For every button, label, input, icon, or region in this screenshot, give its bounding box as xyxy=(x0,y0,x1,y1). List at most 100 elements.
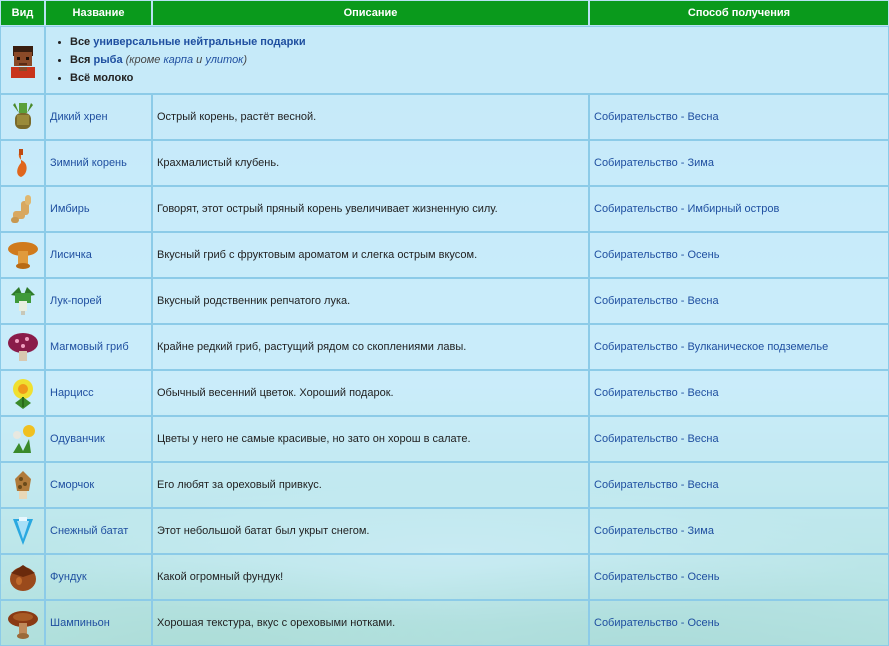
header-name: Название xyxy=(45,0,152,26)
item-name-link[interactable]: Магмовый гриб xyxy=(50,341,129,353)
item-name-link[interactable]: Сморчок xyxy=(50,479,94,491)
item-description: Обычный весенний цветок. Хороший подарок… xyxy=(152,370,589,416)
snow-yam-icon[interactable] xyxy=(5,513,41,549)
item-source-cell: Собирательство - Весна xyxy=(589,462,889,508)
gifts-table: Вид Название Описание Способ получения •… xyxy=(0,0,889,646)
item-description: Его любят за ореховый привкус. xyxy=(152,462,589,508)
universal-neutral-gifts-link[interactable]: универсальные нейтральные подарки xyxy=(93,36,305,48)
item-source-cell: Собирательство - Вулканическое подземель… xyxy=(589,324,889,370)
item-source-cell: Собирательство - Осень xyxy=(589,554,889,600)
winter-root-icon[interactable] xyxy=(5,145,41,181)
item-name-link[interactable]: Дикий хрен xyxy=(50,111,108,123)
item-source-link[interactable]: Собирательство - Зима xyxy=(594,157,714,169)
item-description: Хорошая текстура, вкус с ореховыми нотка… xyxy=(152,600,589,646)
table-row: Снежный батат Этот небольшой батат был ук… xyxy=(0,508,889,554)
hazelnut-icon[interactable] xyxy=(5,559,41,595)
item-source-link[interactable]: Собирательство - Весна xyxy=(594,295,719,307)
item-name-link[interactable]: Имбирь xyxy=(50,203,90,215)
intro-gifts-cell: Все универсальные нейтральные подарки Вс… xyxy=(45,26,889,94)
item-description: Говорят, этот острый пряный корень увели… xyxy=(152,186,589,232)
morel-icon[interactable] xyxy=(5,467,41,503)
item-name-link[interactable]: Лисичка xyxy=(50,249,92,261)
item-description: Крайне редкий гриб, растущий рядом со ск… xyxy=(152,324,589,370)
item-icon-cell xyxy=(0,324,45,370)
item-icon-cell xyxy=(0,416,45,462)
intro-row: Все универсальные нейтральные подарки Вс… xyxy=(0,26,889,94)
item-name-cell: Шампиньон xyxy=(45,600,152,646)
item-name-link[interactable]: Лук-порей xyxy=(50,295,102,307)
magma-cap-icon[interactable] xyxy=(5,329,41,365)
intro-line-prefix: Все xyxy=(70,36,91,48)
item-source-link[interactable]: Собирательство - Весна xyxy=(594,479,719,491)
item-name-cell: Имбирь xyxy=(45,186,152,232)
note-open: (кроме xyxy=(125,54,161,66)
daffodil-icon[interactable] xyxy=(5,375,41,411)
item-icon-cell xyxy=(0,508,45,554)
item-name-cell: Дикий хрен xyxy=(45,94,152,140)
item-description: Вкусный гриб с фруктовым ароматом и слег… xyxy=(152,232,589,278)
table-row: Нарцисс Обычный весенний цветок. Хороший … xyxy=(0,370,889,416)
item-description: Какой огромный фундук! xyxy=(152,554,589,600)
common-mushroom-icon[interactable] xyxy=(5,605,41,641)
item-name-link[interactable]: Фундук xyxy=(50,571,87,583)
chanterelle-icon[interactable] xyxy=(5,237,41,273)
item-icon-cell xyxy=(0,554,45,600)
item-name-cell: Сморчок xyxy=(45,462,152,508)
item-source-link[interactable]: Собирательство - Весна xyxy=(594,387,719,399)
item-name-link[interactable]: Шампиньон xyxy=(50,617,110,629)
item-source-cell: Собирательство - Имбирный остров xyxy=(589,186,889,232)
table-row: Имбирь Говорят, этот острый пряный корень… xyxy=(0,186,889,232)
fish-link[interactable]: рыба xyxy=(94,54,123,66)
item-name-link[interactable]: Снежный батат xyxy=(50,525,128,537)
carp-link[interactable]: карпа xyxy=(163,54,193,66)
table-row: Дикий хрен Острый корень, растёт весной. С… xyxy=(0,94,889,140)
item-icon-cell xyxy=(0,186,45,232)
item-description: Крахмалистый клубень. xyxy=(152,140,589,186)
item-source-link[interactable]: Собирательство - Осень xyxy=(594,571,719,583)
item-name-link[interactable]: Одуванчик xyxy=(50,433,105,445)
table-header-row: Вид Название Описание Способ получения xyxy=(0,0,889,26)
intro-gift-list: Все универсальные нейтральные подарки Вс… xyxy=(50,33,884,87)
villager-portrait-icon xyxy=(10,46,35,78)
item-name-cell: Магмовый гриб xyxy=(45,324,152,370)
item-source-link[interactable]: Собирательство - Осень xyxy=(594,249,719,261)
item-source-link[interactable]: Собирательство - Осень xyxy=(594,617,719,629)
item-name-cell: Нарцисс xyxy=(45,370,152,416)
item-name-cell: Одуванчик xyxy=(45,416,152,462)
table-row: Магмовый гриб Крайне редкий гриб, растущи… xyxy=(0,324,889,370)
item-icon-cell xyxy=(0,600,45,646)
item-icon-cell xyxy=(0,370,45,416)
table-row: Зимний корень Крахмалистый клубень. Собира… xyxy=(0,140,889,186)
item-source-link[interactable]: Собирательство - Весна xyxy=(594,433,719,445)
note-close: ) xyxy=(243,54,248,66)
intro-line-prefix: Вся xyxy=(70,54,91,66)
fish-exception-note: (кроме карпа и улиток) xyxy=(126,54,247,66)
item-name-cell: Снежный батат xyxy=(45,508,152,554)
item-source-cell: Собирательство - Зима xyxy=(589,508,889,554)
header-description: Описание xyxy=(152,0,589,26)
item-name-cell: Фундук xyxy=(45,554,152,600)
horseradish-icon[interactable] xyxy=(5,99,41,135)
note-mid: и xyxy=(196,54,203,66)
item-source-link[interactable]: Собирательство - Имбирный остров xyxy=(594,203,779,215)
dandelion-icon[interactable] xyxy=(5,421,41,457)
item-source-link[interactable]: Собирательство - Весна xyxy=(594,111,719,123)
item-source-link[interactable]: Собирательство - Зима xyxy=(594,525,714,537)
leek-icon[interactable] xyxy=(5,283,41,319)
snail-link[interactable]: улиток xyxy=(205,54,243,66)
table-row: Шампиньон Хорошая текстура, вкус с орехов… xyxy=(0,600,889,646)
item-name-link[interactable]: Нарцисс xyxy=(50,387,94,399)
item-icon-cell xyxy=(0,278,45,324)
item-name-cell: Лисичка xyxy=(45,232,152,278)
table-row: Сморчок Его любят за ореховый привкус. Соб… xyxy=(0,462,889,508)
item-name-cell: Лук-порей xyxy=(45,278,152,324)
item-description: Цветы у него не самые красивые, но зато … xyxy=(152,416,589,462)
item-source-cell: Собирательство - Зима xyxy=(589,140,889,186)
item-icon-cell xyxy=(0,140,45,186)
table-row: Лисичка Вкусный гриб с фруктовым ароматом… xyxy=(0,232,889,278)
ginger-icon[interactable] xyxy=(5,191,41,227)
item-name-link[interactable]: Зимний корень xyxy=(50,157,127,169)
header-source: Способ получения xyxy=(589,0,889,26)
item-source-link[interactable]: Собирательство - Вулканическое подземель… xyxy=(594,341,828,353)
table-row: Одуванчик Цветы у него не самые красивые,… xyxy=(0,416,889,462)
